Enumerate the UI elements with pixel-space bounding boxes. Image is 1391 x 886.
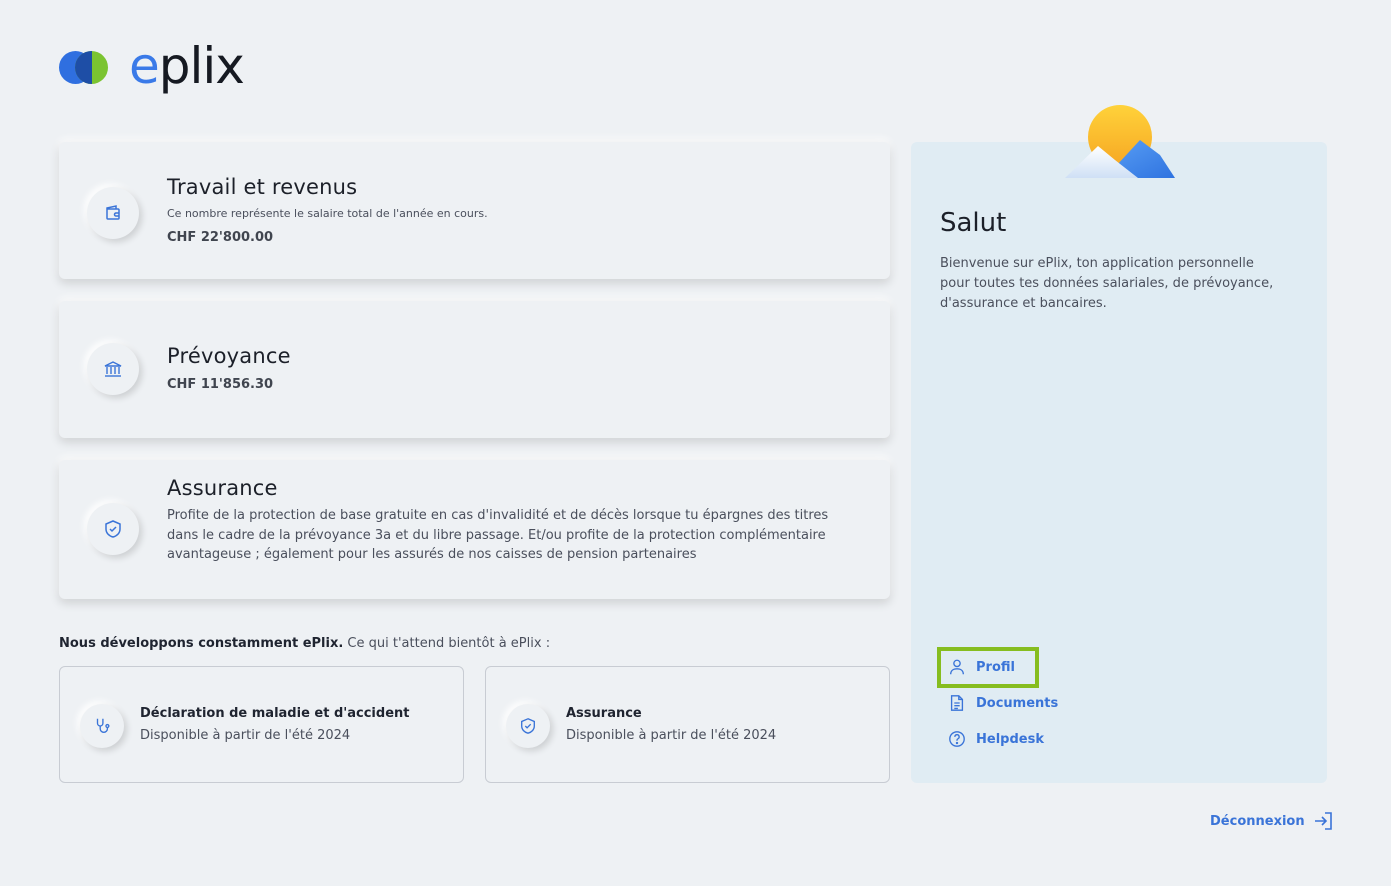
nav-helpdesk[interactable]: Helpdesk bbox=[947, 729, 1044, 749]
card-assurance[interactable]: Assurance Profite de la protection de ba… bbox=[59, 460, 890, 599]
welcome-title: Salut bbox=[940, 208, 1007, 238]
nav-label: Profil bbox=[976, 659, 1015, 675]
logout-icon bbox=[1313, 811, 1333, 831]
nav-label: Documents bbox=[976, 695, 1059, 711]
eplix-logo-mark bbox=[59, 47, 109, 85]
welcome-text: Bienvenue sur ePlix, ton application per… bbox=[940, 256, 1274, 311]
stethoscope-icon bbox=[80, 704, 124, 748]
card-description: Profite de la protection de base gratuit… bbox=[167, 508, 829, 563]
user-icon bbox=[947, 657, 967, 677]
nav-documents[interactable]: Documents bbox=[947, 693, 1058, 713]
upcoming-title: Déclaration de maladie et d'accident bbox=[140, 706, 410, 721]
logout-button[interactable]: Déconnexion bbox=[1210, 811, 1333, 831]
eplix-logo[interactable]: eplix bbox=[59, 37, 245, 95]
shield-icon bbox=[87, 503, 139, 555]
card-travail-revenus[interactable]: Travail et revenus Ce nombre représente … bbox=[59, 142, 890, 279]
card-title: Prévoyance bbox=[167, 344, 291, 368]
upcoming-intro: Nous développons constamment ePlix. Ce q… bbox=[59, 636, 551, 651]
eplix-wordmark: eplix bbox=[129, 37, 245, 95]
card-subtitle: Ce nombre représente le salaire total de… bbox=[167, 207, 488, 220]
shield-icon bbox=[506, 704, 550, 748]
upcoming-subtitle: Disponible à partir de l'été 2024 bbox=[566, 728, 777, 743]
card-amount: CHF 11'856.30 bbox=[167, 377, 274, 392]
card-amount: CHF 22'800.00 bbox=[167, 230, 274, 245]
help-icon bbox=[947, 729, 967, 749]
upcoming-subtitle: Disponible à partir de l'été 2024 bbox=[140, 728, 351, 743]
document-icon bbox=[947, 693, 967, 713]
wallet-icon bbox=[87, 187, 139, 239]
welcome-panel: Salut Bienvenue sur ePlix, ton applicati… bbox=[911, 142, 1327, 783]
logout-label: Déconnexion bbox=[1210, 813, 1305, 829]
card-title: Travail et revenus bbox=[167, 175, 358, 199]
bank-icon bbox=[87, 343, 139, 395]
upcoming-card-maladie: Déclaration de maladie et d'accident Dis… bbox=[59, 666, 464, 783]
upcoming-title: Assurance bbox=[566, 706, 642, 721]
sun-mountain-illustration bbox=[1065, 105, 1175, 178]
nav-label: Helpdesk bbox=[976, 731, 1044, 747]
upcoming-card-assurance: Assurance Disponible à partir de l'été 2… bbox=[485, 666, 890, 783]
card-title: Assurance bbox=[167, 476, 278, 500]
nav-profil[interactable]: Profil bbox=[947, 657, 1015, 677]
card-prevoyance[interactable]: Prévoyance CHF 11'856.30 bbox=[59, 301, 890, 438]
